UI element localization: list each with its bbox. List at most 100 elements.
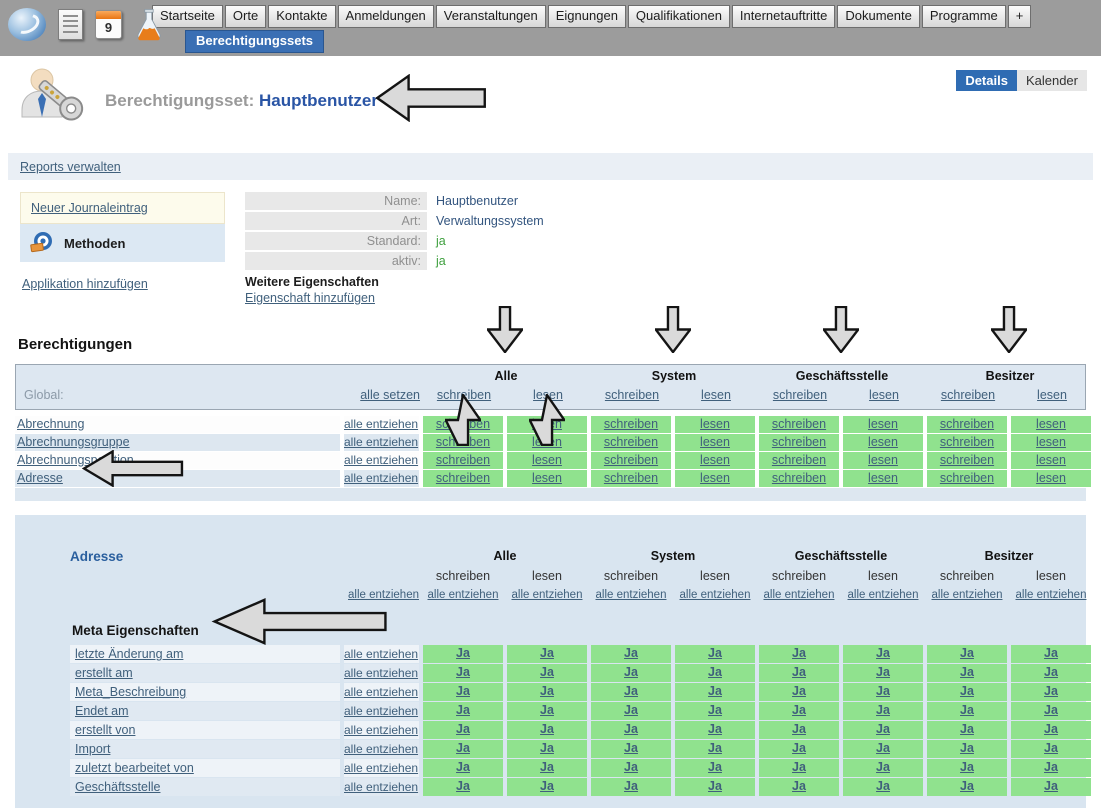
revoke-all-link[interactable]: alle entziehen (428, 589, 499, 601)
ja-link[interactable]: Ja (792, 646, 806, 660)
global-lesen-link[interactable]: lesen (701, 388, 731, 402)
nav-tab-dokumente[interactable]: Dokumente (837, 5, 919, 28)
reports-verwalten-link[interactable]: Reports verwalten (20, 160, 121, 174)
revoke-all-link[interactable]: alle entziehen (344, 761, 418, 775)
perm-lesen-link[interactable]: lesen (700, 471, 730, 485)
revoke-all-link[interactable]: alle entziehen (344, 435, 418, 449)
global-schreiben-link[interactable]: schreiben (773, 388, 827, 402)
ja-link[interactable]: Ja (876, 665, 890, 679)
ja-link[interactable]: Ja (624, 760, 638, 774)
perm-lesen-link[interactable]: lesen (532, 453, 562, 467)
meta-property-link-import[interactable]: Import (75, 742, 110, 756)
revoke-all-link[interactable]: alle entziehen (512, 589, 583, 601)
perm-lesen-link[interactable]: lesen (868, 417, 898, 431)
perm-schreiben-link[interactable]: schreiben (604, 453, 658, 467)
revoke-all-link[interactable]: alle entziehen (1016, 589, 1087, 601)
ja-link[interactable]: Ja (960, 741, 974, 755)
ja-link[interactable]: Ja (456, 684, 470, 698)
ja-link[interactable]: Ja (708, 665, 722, 679)
ja-link[interactable]: Ja (540, 760, 554, 774)
ja-link[interactable]: Ja (456, 665, 470, 679)
revoke-all-link[interactable]: alle entziehen (344, 453, 418, 467)
ja-link[interactable]: Ja (708, 646, 722, 660)
calendar-icon[interactable]: 9 (95, 10, 122, 39)
perm-lesen-link[interactable]: lesen (1036, 471, 1066, 485)
perm-lesen-link[interactable]: lesen (700, 453, 730, 467)
ja-link[interactable]: Ja (960, 779, 974, 793)
ja-link[interactable]: Ja (708, 684, 722, 698)
ja-link[interactable]: Ja (540, 665, 554, 679)
ja-link[interactable]: Ja (792, 760, 806, 774)
ja-link[interactable]: Ja (1044, 779, 1058, 793)
perm-schreiben-link[interactable]: schreiben (604, 471, 658, 485)
object-link-abrechnungsgruppe[interactable]: Abrechnungsgruppe (17, 435, 130, 449)
ja-link[interactable]: Ja (624, 646, 638, 660)
revoke-all-link[interactable]: alle entziehen (344, 723, 418, 737)
ja-link[interactable]: Ja (624, 779, 638, 793)
journal-icon[interactable] (58, 9, 83, 40)
set-all-link[interactable]: alle setzen (360, 388, 420, 402)
ja-link[interactable]: Ja (1044, 684, 1058, 698)
revoke-all-link[interactable]: alle entziehen (764, 589, 835, 601)
ja-link[interactable]: Ja (960, 665, 974, 679)
revoke-all-link[interactable]: alle entziehen (344, 685, 418, 699)
ja-link[interactable]: Ja (540, 646, 554, 660)
perm-schreiben-link[interactable]: schreiben (772, 453, 826, 467)
ja-link[interactable]: Ja (456, 722, 470, 736)
ja-link[interactable]: Ja (960, 703, 974, 717)
perm-lesen-link[interactable]: lesen (700, 417, 730, 431)
ja-link[interactable]: Ja (876, 684, 890, 698)
ja-link[interactable]: Ja (456, 741, 470, 755)
ja-link[interactable]: Ja (624, 703, 638, 717)
global-lesen-link[interactable]: lesen (1037, 388, 1067, 402)
ja-link[interactable]: Ja (792, 703, 806, 717)
revoke-all-link[interactable]: alle entziehen (932, 589, 1003, 601)
global-lesen-link[interactable]: lesen (869, 388, 899, 402)
perm-schreiben-link[interactable]: schreiben (604, 435, 658, 449)
ja-link[interactable]: Ja (456, 779, 470, 793)
ja-link[interactable]: Ja (1044, 741, 1058, 755)
ja-link[interactable]: Ja (624, 722, 638, 736)
perm-lesen-link[interactable]: lesen (1036, 453, 1066, 467)
ja-link[interactable]: Ja (876, 646, 890, 660)
ja-link[interactable]: Ja (792, 779, 806, 793)
add-application-link[interactable]: Applikation hinzufügen (22, 277, 148, 291)
revoke-all-link[interactable]: alle entziehen (344, 704, 418, 718)
ja-link[interactable]: Ja (624, 665, 638, 679)
ja-link[interactable]: Ja (624, 741, 638, 755)
perm-lesen-link[interactable]: lesen (868, 453, 898, 467)
perm-schreiben-link[interactable]: schreiben (436, 453, 490, 467)
perm-schreiben-link[interactable]: schreiben (604, 417, 658, 431)
ja-link[interactable]: Ja (708, 722, 722, 736)
perm-schreiben-link[interactable]: schreiben (772, 435, 826, 449)
ja-link[interactable]: Ja (540, 741, 554, 755)
ja-link[interactable]: Ja (876, 760, 890, 774)
perm-schreiben-link[interactable]: schreiben (940, 417, 994, 431)
ja-link[interactable]: Ja (1044, 646, 1058, 660)
object-link-abrechnung[interactable]: Abrechnung (17, 417, 84, 431)
ja-link[interactable]: Ja (792, 665, 806, 679)
perm-lesen-link[interactable]: lesen (868, 435, 898, 449)
ja-link[interactable]: Ja (1044, 703, 1058, 717)
ja-link[interactable]: Ja (792, 722, 806, 736)
meta-property-link-endet-am[interactable]: Endet am (75, 704, 129, 718)
ja-link[interactable]: Ja (1044, 722, 1058, 736)
new-journal-entry-link[interactable]: Neuer Journaleintrag (31, 201, 148, 215)
ja-link[interactable]: Ja (540, 703, 554, 717)
tab-kalender[interactable]: Kalender (1017, 70, 1087, 91)
nav-tab-eignungen[interactable]: Eignungen (548, 5, 626, 28)
global-schreiben-link[interactable]: schreiben (605, 388, 659, 402)
perm-schreiben-link[interactable]: schreiben (940, 471, 994, 485)
nav-subtab-berechtigungssets[interactable]: Berechtigungssets (185, 30, 324, 53)
meta-property-link-geschäftsstelle[interactable]: Geschäftsstelle (75, 780, 160, 794)
meta-property-link-erstellt-von[interactable]: erstellt von (75, 723, 135, 737)
perm-schreiben-link[interactable]: schreiben (940, 435, 994, 449)
ja-link[interactable]: Ja (876, 722, 890, 736)
perm-lesen-link[interactable]: lesen (1036, 417, 1066, 431)
ja-link[interactable]: Ja (792, 684, 806, 698)
ja-link[interactable]: Ja (792, 741, 806, 755)
nav-tab-internetauftritte[interactable]: Internetauftritte (732, 5, 835, 28)
ja-link[interactable]: Ja (540, 722, 554, 736)
ja-link[interactable]: Ja (624, 684, 638, 698)
revoke-all-link[interactable]: alle entziehen (344, 666, 418, 680)
